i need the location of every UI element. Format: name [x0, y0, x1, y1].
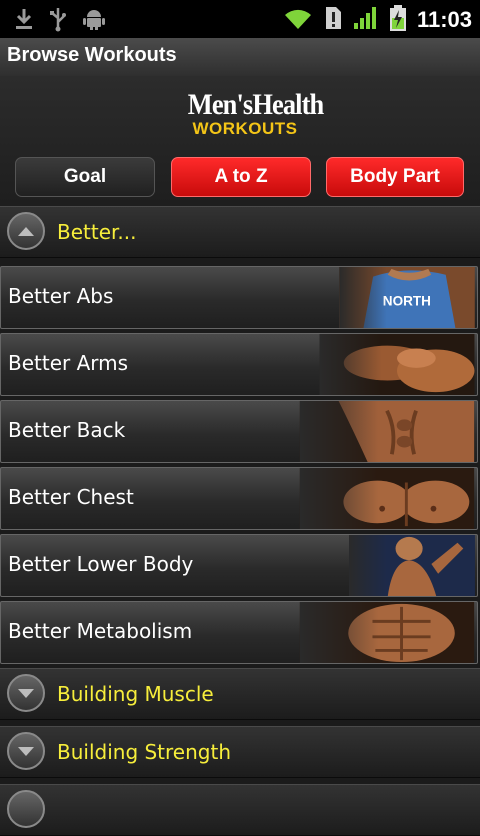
- group-title: Building Strength: [57, 740, 232, 764]
- logo-line-1: Men'sHealth: [187, 88, 324, 121]
- battery-charging-icon: [389, 4, 407, 36]
- clock: 11:03: [416, 7, 472, 32]
- expand-button[interactable]: [7, 732, 45, 770]
- mens-health-logo: Men'sHealth WORKOUTS: [180, 88, 324, 138]
- wifi-icon: [283, 5, 313, 35]
- list-item-label: Better Chest: [8, 485, 134, 509]
- collapse-button[interactable]: [7, 212, 45, 250]
- download-icon: [14, 7, 34, 35]
- usb-icon: [48, 6, 68, 36]
- arms-thumbnail: [319, 334, 475, 395]
- chevron-down-icon: [18, 689, 34, 698]
- chevron-down-icon: [18, 747, 34, 756]
- list-item-better-metabolism[interactable]: Better Metabolism: [0, 601, 478, 664]
- title-bar: Browse Workouts: [0, 38, 480, 77]
- list-item-better-chest[interactable]: Better Chest: [0, 467, 478, 530]
- logo-line-2: WORKOUTS: [192, 119, 298, 138]
- logo-area: Men'sHealth WORKOUTS Goal A to Z Body Pa…: [0, 76, 480, 206]
- list-item-label: Better Back: [8, 418, 126, 442]
- tab-a-to-z[interactable]: A to Z: [171, 157, 311, 197]
- group-header-building-muscle[interactable]: Building Muscle: [0, 668, 480, 720]
- metabolism-thumbnail: [299, 602, 475, 663]
- list-item-label: Better Lower Body: [8, 552, 194, 576]
- group-title: Building Muscle: [57, 682, 214, 706]
- group-header-building-strength[interactable]: Building Strength: [0, 726, 480, 778]
- list-item-better-back[interactable]: Better Back: [0, 400, 478, 463]
- group-header-better[interactable]: Better...: [0, 206, 480, 258]
- list-item-label: Better Metabolism: [8, 619, 193, 643]
- lower-body-thumbnail: [349, 535, 475, 596]
- signal-icon: [353, 5, 379, 35]
- tab-body-part[interactable]: Body Part: [326, 157, 464, 197]
- workout-list: Better... Better Abs NORTH Better Arms B…: [0, 206, 480, 836]
- group-title: Better...: [57, 220, 137, 244]
- back-thumbnail: [299, 401, 475, 462]
- list-item-better-lower-body[interactable]: Better Lower Body: [0, 534, 478, 597]
- expand-button[interactable]: [7, 674, 45, 712]
- list-item-label: Better Abs: [8, 284, 114, 308]
- page-title: Browse Workouts: [7, 44, 177, 66]
- android-icon: [82, 7, 106, 35]
- group-header-partial[interactable]: [0, 784, 480, 836]
- chevron-up-icon: [18, 227, 34, 236]
- alert-icon: [323, 5, 343, 35]
- chest-thumbnail: [299, 468, 475, 529]
- expand-button[interactable]: [7, 790, 45, 828]
- status-bar: 11:03: [0, 0, 480, 38]
- tab-goal[interactable]: Goal: [15, 157, 155, 197]
- abs-thumbnail: NORTH: [339, 267, 475, 328]
- list-item-better-abs[interactable]: Better Abs NORTH: [0, 266, 478, 329]
- list-item-label: Better Arms: [8, 351, 129, 375]
- list-item-better-arms[interactable]: Better Arms: [0, 333, 478, 396]
